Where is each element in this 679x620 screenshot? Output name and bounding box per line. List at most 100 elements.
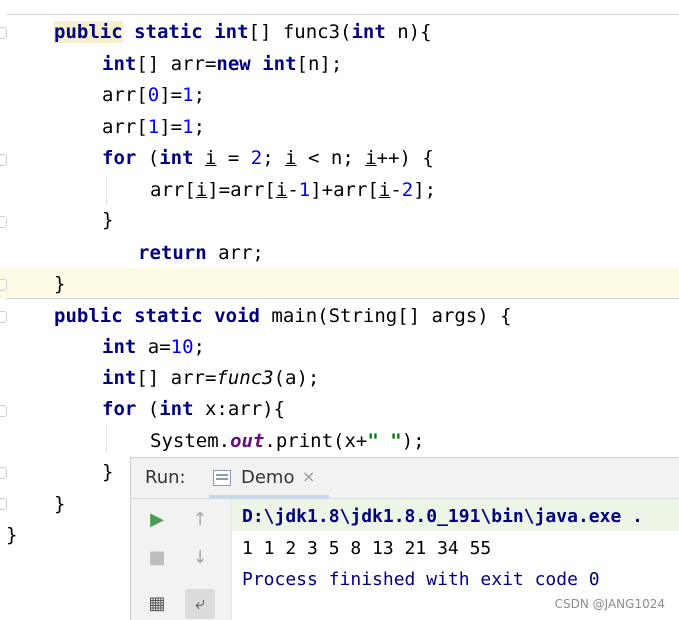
keyword: public xyxy=(54,305,123,327)
number: 1 xyxy=(182,116,194,138)
console-output-line: 1 1 2 3 5 8 13 21 34 55 xyxy=(242,538,492,559)
code-text: ]= xyxy=(159,116,183,138)
code-text: ]; xyxy=(413,179,437,201)
keyword: void xyxy=(214,305,260,327)
number: 1 xyxy=(182,84,194,106)
code-text: a= xyxy=(136,336,171,358)
keyword: static xyxy=(134,305,203,327)
keyword: int xyxy=(159,147,194,169)
code-text: = xyxy=(216,147,251,169)
tab-demo[interactable]: Demo × xyxy=(209,458,329,499)
code-line: arr[i]=arr[i-1]+arr[i-2]; xyxy=(150,174,436,206)
scroll-up-icon[interactable]: ↑ xyxy=(185,505,215,535)
code-text: ; xyxy=(262,147,286,169)
tab-label: Demo xyxy=(241,467,295,488)
close-icon[interactable]: × xyxy=(302,467,315,486)
code-text: ]= xyxy=(159,84,183,106)
method-call: func3 xyxy=(216,367,274,389)
code-text: < n; xyxy=(296,147,366,169)
code-text: ; xyxy=(193,336,205,358)
number: 2 xyxy=(401,179,414,201)
keyword: new xyxy=(216,53,251,75)
scroll-down-icon[interactable]: ↓ xyxy=(185,543,215,573)
code-text: arr[ xyxy=(102,84,148,106)
console-icon xyxy=(213,470,231,486)
variable: i xyxy=(195,179,208,201)
variable: i xyxy=(285,147,297,169)
fold-marker-icon[interactable] xyxy=(0,498,7,510)
fold-marker-icon[interactable] xyxy=(0,27,7,39)
code-line: arr[0]=1; xyxy=(102,79,205,111)
indent-guide xyxy=(106,425,107,453)
number: 0 xyxy=(147,84,160,106)
number: 1 xyxy=(147,116,160,138)
code-text: arr[ xyxy=(150,179,196,201)
watermark: CSDN @JANG1024 xyxy=(554,597,665,611)
keyword: int xyxy=(102,53,137,75)
code-line: } xyxy=(102,204,113,236)
fold-marker-icon[interactable] xyxy=(0,154,7,166)
code-line: int a=10; xyxy=(102,331,205,363)
brace: } xyxy=(102,209,114,231)
code-line-current: } xyxy=(54,268,65,300)
code-line: return arr; xyxy=(138,237,264,269)
variable: i xyxy=(365,147,377,169)
fold-marker-icon[interactable] xyxy=(0,311,7,323)
code-text: (a); xyxy=(273,367,320,389)
brace: } xyxy=(54,493,66,515)
keyword: for xyxy=(102,147,137,169)
code-line-main-signature: public static void main(String[] args) { xyxy=(54,300,512,332)
variable: i xyxy=(275,179,288,201)
brace: } xyxy=(54,273,66,295)
code-line: } xyxy=(6,519,17,551)
code-text: x:arr){ xyxy=(193,398,286,420)
run-title: Run: xyxy=(145,467,186,488)
code-text: ]+arr[ xyxy=(310,179,379,201)
static-field: out xyxy=(230,430,265,452)
code-text: [] func3( xyxy=(248,21,352,43)
code-text: [n]; xyxy=(296,53,343,75)
code-text: - xyxy=(390,179,402,201)
run-toolbar: ▶ ↑ ■ ↓ ▦ ⤶ xyxy=(131,499,231,620)
code-text: ; xyxy=(193,116,206,138)
number: 10 xyxy=(170,336,194,358)
run-panel[interactable]: Run: Demo × ▶ ↑ ■ ↓ ▦ ⤶ D:\jdk1.8\jdk1.8… xyxy=(130,457,679,620)
code-text: ( xyxy=(136,147,160,169)
code-text: .print(x+ xyxy=(264,430,368,452)
fold-marker-icon[interactable] xyxy=(0,216,7,228)
code-text: ( xyxy=(136,398,160,420)
brace: } xyxy=(102,461,114,483)
code-line: int[] arr=new int[n]; xyxy=(102,48,342,80)
code-text: main(String[] args) { xyxy=(259,305,512,327)
console-command-line: D:\jdk1.8\jdk1.8.0_191\bin\java.exe . xyxy=(242,506,643,527)
keyword: int xyxy=(214,21,249,43)
code-text: ]=arr[ xyxy=(207,179,276,201)
layout-icon[interactable]: ▦ xyxy=(142,589,172,619)
code-line: } xyxy=(54,488,65,520)
code-line: for (int x:arr){ xyxy=(102,393,285,425)
keyword: public xyxy=(54,21,123,43)
number: 1 xyxy=(298,179,311,201)
stop-icon[interactable]: ■ xyxy=(142,543,172,573)
code-text: arr; xyxy=(206,242,264,264)
fold-marker-icon[interactable] xyxy=(0,467,7,479)
variable: i xyxy=(378,179,391,201)
code-text: - xyxy=(287,179,299,201)
rerun-icon[interactable]: ▶ xyxy=(142,505,172,535)
keyword: int xyxy=(262,53,297,75)
fold-marker-icon[interactable] xyxy=(0,405,7,417)
code-text: System. xyxy=(150,430,231,452)
number: 2 xyxy=(250,147,263,169)
keyword: int xyxy=(351,21,386,43)
code-text: arr[ xyxy=(102,116,148,138)
indent-guide xyxy=(106,176,107,204)
code-line-func3-signature: public static int[] func3(int n){ xyxy=(54,16,432,48)
soft-wrap-icon[interactable]: ⤶ xyxy=(185,589,215,619)
code-text: ; xyxy=(193,84,206,106)
keyword: int xyxy=(102,367,137,389)
console-exit-line: Process finished with exit code 0 xyxy=(242,569,600,590)
code-text: ++) { xyxy=(376,147,434,169)
fold-marker-icon[interactable] xyxy=(0,279,7,291)
